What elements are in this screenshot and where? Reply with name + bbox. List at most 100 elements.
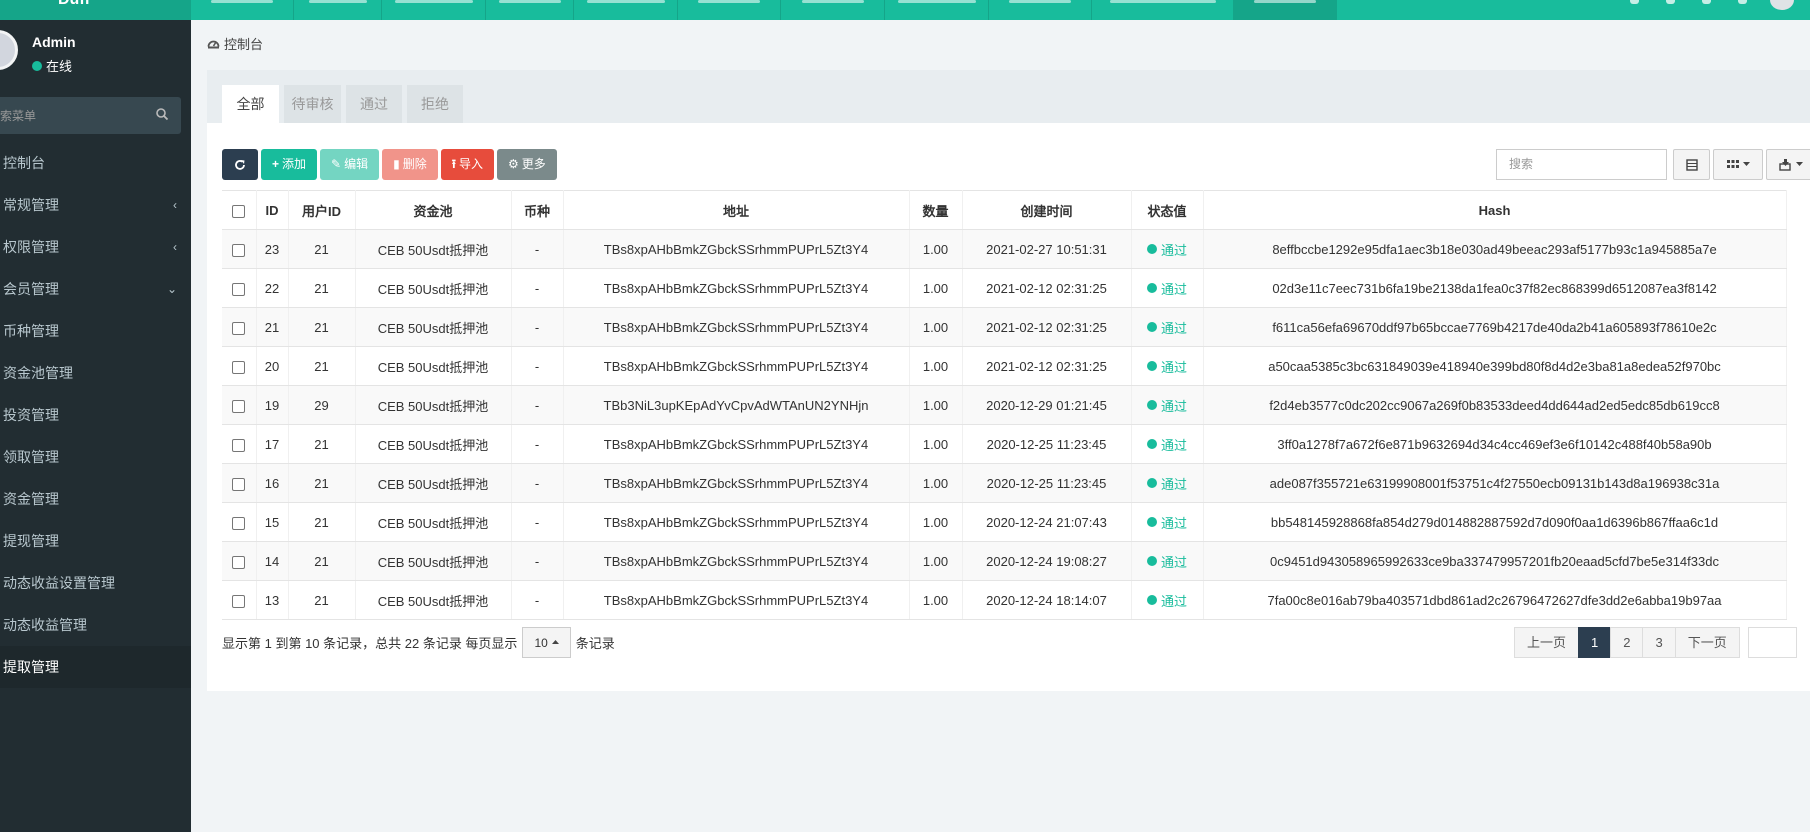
row-checkbox[interactable] bbox=[222, 463, 257, 503]
row-status[interactable]: 通过 bbox=[1131, 580, 1204, 620]
table-row[interactable]: 20 21 CEB 50Usdt抵押池 - TBs8xpAHbBmkZGbckSSrhm… bbox=[222, 346, 1787, 386]
search-input[interactable]: 搜索 bbox=[1496, 149, 1667, 180]
top-nav-item[interactable] bbox=[294, 0, 382, 20]
sidebar-item-dynamic-income[interactable]: 动态收益管理 bbox=[0, 604, 191, 646]
trash-icon[interactable] bbox=[1702, 0, 1711, 4]
columns-button[interactable] bbox=[1713, 149, 1763, 180]
refresh-icon[interactable] bbox=[1666, 0, 1675, 4]
col-header-amount[interactable]: 数量 bbox=[909, 190, 963, 230]
top-nav-item[interactable] bbox=[382, 0, 486, 20]
top-nav-item[interactable] bbox=[486, 0, 574, 20]
sidebar-item-funds[interactable]: 资金管理 bbox=[0, 478, 191, 520]
table-row[interactable]: 13 21 CEB 50Usdt抵押池 - TBs8xpAHbBmkZGbckSSrhm… bbox=[222, 580, 1787, 620]
row-status[interactable]: 通过 bbox=[1131, 307, 1204, 347]
row-checkbox[interactable] bbox=[222, 385, 257, 425]
col-header-id[interactable]: ID bbox=[256, 190, 289, 230]
row-checkbox[interactable] bbox=[222, 541, 257, 581]
row-status[interactable]: 通过 bbox=[1131, 385, 1204, 425]
top-nav-item[interactable] bbox=[989, 0, 1092, 20]
more-button[interactable]: ⚙ 更多 bbox=[496, 149, 557, 180]
tab-rejected[interactable]: 拒绝 bbox=[407, 85, 463, 123]
page-button-3[interactable]: 3 bbox=[1642, 627, 1676, 658]
row-status[interactable]: 通过 bbox=[1131, 541, 1204, 581]
top-nav-item[interactable] bbox=[781, 0, 885, 20]
status-badge[interactable]: 通过 bbox=[1146, 396, 1187, 415]
sidebar-item-currency[interactable]: 币种管理 bbox=[0, 310, 191, 352]
sidebar-item-investment[interactable]: 投资管理 bbox=[0, 394, 191, 436]
status-badge[interactable]: 通过 bbox=[1146, 435, 1187, 454]
status-badge[interactable]: 通过 bbox=[1146, 279, 1187, 298]
status-badge[interactable]: 通过 bbox=[1146, 552, 1187, 571]
edit-button[interactable]: ✎ 编辑 bbox=[320, 149, 380, 180]
col-header-created[interactable]: 创建时间 bbox=[962, 190, 1132, 230]
status-badge[interactable]: 通过 bbox=[1146, 513, 1187, 532]
status-badge[interactable]: 通过 bbox=[1146, 591, 1187, 610]
row-checkbox[interactable] bbox=[222, 346, 257, 386]
row-status[interactable]: 通过 bbox=[1131, 463, 1204, 503]
top-nav-item[interactable] bbox=[191, 0, 294, 20]
sidebar-search-input[interactable]: 搜索菜单 bbox=[0, 97, 181, 134]
row-status[interactable]: 通过 bbox=[1131, 424, 1204, 464]
sidebar-item-extract[interactable]: 提取管理 bbox=[0, 646, 191, 688]
sidebar-item-withdraw[interactable]: 提现管理 bbox=[0, 520, 191, 562]
sidebar-item-dashboard[interactable]: 控制台 bbox=[0, 142, 191, 184]
tab-pending[interactable]: 待审核 bbox=[284, 85, 341, 123]
sidebar-item-general[interactable]: 常规管理 ‹ bbox=[0, 184, 191, 226]
col-header-user-id[interactable]: 用户ID bbox=[288, 190, 356, 230]
refresh-button[interactable] bbox=[222, 149, 258, 180]
user-avatar-small[interactable] bbox=[1770, 0, 1794, 10]
col-header-hash[interactable]: Hash bbox=[1203, 190, 1787, 230]
status-badge[interactable]: 通过 bbox=[1146, 240, 1187, 259]
top-nav-item-active[interactable] bbox=[1234, 0, 1337, 20]
prev-page-button[interactable]: 上一页 bbox=[1514, 627, 1580, 658]
row-checkbox[interactable] bbox=[222, 424, 257, 464]
sidebar-item-claim[interactable]: 领取管理 bbox=[0, 436, 191, 478]
status-badge[interactable]: 通过 bbox=[1146, 357, 1187, 376]
top-nav-item[interactable] bbox=[678, 0, 781, 20]
export-button[interactable] bbox=[1766, 149, 1810, 180]
row-status[interactable]: 通过 bbox=[1131, 502, 1204, 542]
page-button-1[interactable]: 1 bbox=[1578, 627, 1612, 658]
fullscreen-icon[interactable] bbox=[1738, 0, 1747, 4]
row-checkbox[interactable] bbox=[222, 307, 257, 347]
logo[interactable]: Duff bbox=[0, 0, 191, 20]
row-status[interactable]: 通过 bbox=[1131, 346, 1204, 386]
home-icon[interactable] bbox=[1630, 0, 1639, 4]
row-checkbox[interactable] bbox=[222, 229, 257, 269]
sidebar-item-members[interactable]: 会员管理 ⌄ bbox=[0, 268, 191, 310]
toggle-view-button[interactable] bbox=[1673, 149, 1710, 180]
goto-page-input[interactable] bbox=[1747, 627, 1797, 658]
table-row[interactable]: 14 21 CEB 50Usdt抵押池 - TBs8xpAHbBmkZGbckSSrhm… bbox=[222, 541, 1787, 581]
search-icon[interactable] bbox=[155, 107, 171, 123]
table-row[interactable]: 15 21 CEB 50Usdt抵押池 - TBs8xpAHbBmkZGbckSSrhm… bbox=[222, 502, 1787, 542]
col-header-pool[interactable]: 资金池 bbox=[355, 190, 512, 230]
top-nav-item[interactable] bbox=[1092, 0, 1234, 20]
table-row[interactable]: 22 21 CEB 50Usdt抵押池 - TBs8xpAHbBmkZGbckSSrhm… bbox=[222, 268, 1787, 308]
page-size-select[interactable]: 10 bbox=[522, 627, 571, 658]
add-button[interactable]: + 添加 bbox=[261, 149, 318, 180]
delete-button[interactable]: ▮ 删除 bbox=[382, 149, 438, 180]
status-badge[interactable]: 通过 bbox=[1146, 474, 1187, 493]
next-page-button[interactable]: 下一页 bbox=[1674, 627, 1740, 658]
table-row[interactable]: 23 21 CEB 50Usdt抵押池 - TBs8xpAHbBmkZGbckSSrhm… bbox=[222, 229, 1787, 269]
row-checkbox[interactable] bbox=[222, 580, 257, 620]
row-status[interactable]: 通过 bbox=[1131, 268, 1204, 308]
col-header-currency[interactable]: 币种 bbox=[511, 190, 564, 230]
table-row[interactable]: 19 29 CEB 50Usdt抵押池 - TBb3NiL3upKEpAdYvCpvAd… bbox=[222, 385, 1787, 425]
table-row[interactable]: 21 21 CEB 50Usdt抵押池 - TBs8xpAHbBmkZGbckSSrhm… bbox=[222, 307, 1787, 347]
top-nav-item[interactable] bbox=[574, 0, 678, 20]
table-row[interactable]: 16 21 CEB 50Usdt抵押池 - TBs8xpAHbBmkZGbckSSrhm… bbox=[222, 463, 1787, 503]
status-badge[interactable]: 通过 bbox=[1146, 318, 1187, 337]
sidebar-item-fund-pool[interactable]: 资金池管理 bbox=[0, 352, 191, 394]
tab-approved[interactable]: 通过 bbox=[346, 85, 402, 123]
col-header-address[interactable]: 地址 bbox=[563, 190, 910, 230]
row-checkbox[interactable] bbox=[222, 502, 257, 542]
sidebar-item-dynamic-settings[interactable]: 动态收益设置管理 bbox=[0, 562, 191, 604]
tab-all[interactable]: 全部 bbox=[222, 85, 279, 123]
top-nav-item[interactable] bbox=[885, 0, 989, 20]
row-checkbox[interactable] bbox=[222, 268, 257, 308]
col-header-status[interactable]: 状态值 bbox=[1131, 190, 1204, 230]
sidebar-item-auth[interactable]: 权限管理 ‹ bbox=[0, 226, 191, 268]
row-status[interactable]: 通过 bbox=[1131, 229, 1204, 269]
page-button-2[interactable]: 2 bbox=[1610, 627, 1644, 658]
